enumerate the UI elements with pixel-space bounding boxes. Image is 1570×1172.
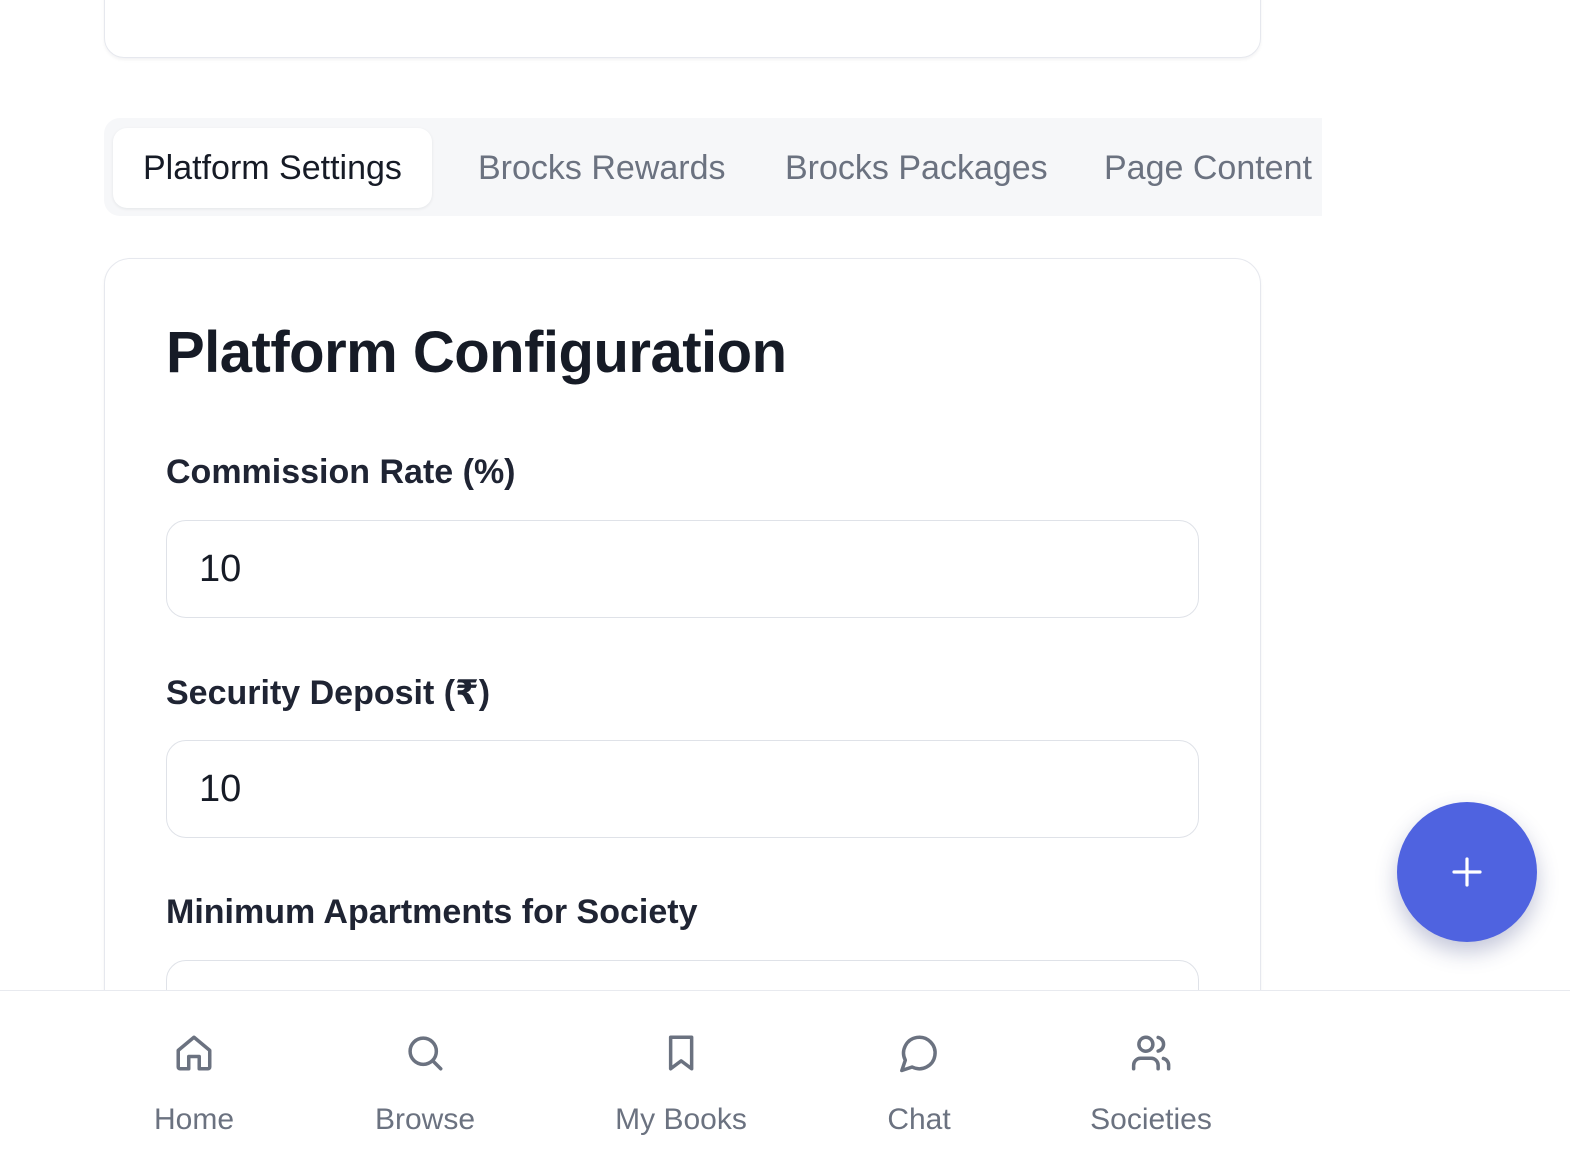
tab-platform-settings[interactable]: Platform Settings	[113, 128, 432, 208]
commission-rate-input[interactable]	[166, 520, 1199, 618]
card-title: Platform Configuration	[166, 320, 787, 385]
nav-label-home: Home	[153, 1103, 235, 1136]
tab-brocks-rewards[interactable]: Brocks Rewards	[478, 128, 726, 208]
nav-item-home[interactable]: Home	[154, 991, 234, 1172]
users-icon	[1127, 1029, 1175, 1077]
nav-label-chat: Chat	[887, 1103, 951, 1136]
plus-icon	[1452, 857, 1482, 887]
tab-page-content[interactable]: Page Content	[1104, 128, 1312, 208]
nav-item-societies[interactable]: Societies	[1090, 991, 1212, 1172]
nav-item-chat[interactable]: Chat	[887, 991, 951, 1172]
home-icon	[170, 1029, 218, 1077]
commission-rate-label: Commission Rate (%)	[166, 453, 516, 491]
minimum-apartments-label: Minimum Apartments for Society	[166, 893, 698, 931]
chat-bubble-icon	[895, 1029, 943, 1077]
nav-label-my-books: My Books	[615, 1103, 747, 1136]
add-button[interactable]	[1397, 802, 1537, 942]
tab-brocks-packages[interactable]: Brocks Packages	[785, 128, 1048, 208]
nav-item-my-books[interactable]: My Books	[615, 991, 747, 1172]
nav-label-societies: Societies	[1090, 1103, 1212, 1136]
search-icon	[401, 1029, 449, 1077]
nav-item-browse[interactable]: Browse	[375, 991, 475, 1172]
security-deposit-input[interactable]	[166, 740, 1199, 838]
security-deposit-label: Security Deposit (₹)	[166, 674, 491, 712]
page: Platform Settings Brocks Rewards Brocks …	[0, 0, 1570, 1172]
nav-label-browse: Browse	[374, 1103, 476, 1136]
bottom-navigation: Home Browse My Books Chat Societies	[0, 990, 1570, 1172]
previous-card	[104, 0, 1261, 58]
settings-tabs: Platform Settings Brocks Rewards Brocks …	[104, 118, 1322, 216]
platform-configuration-card: Platform Configuration Commission Rate (…	[104, 258, 1261, 1060]
bookmark-icon	[657, 1029, 705, 1077]
